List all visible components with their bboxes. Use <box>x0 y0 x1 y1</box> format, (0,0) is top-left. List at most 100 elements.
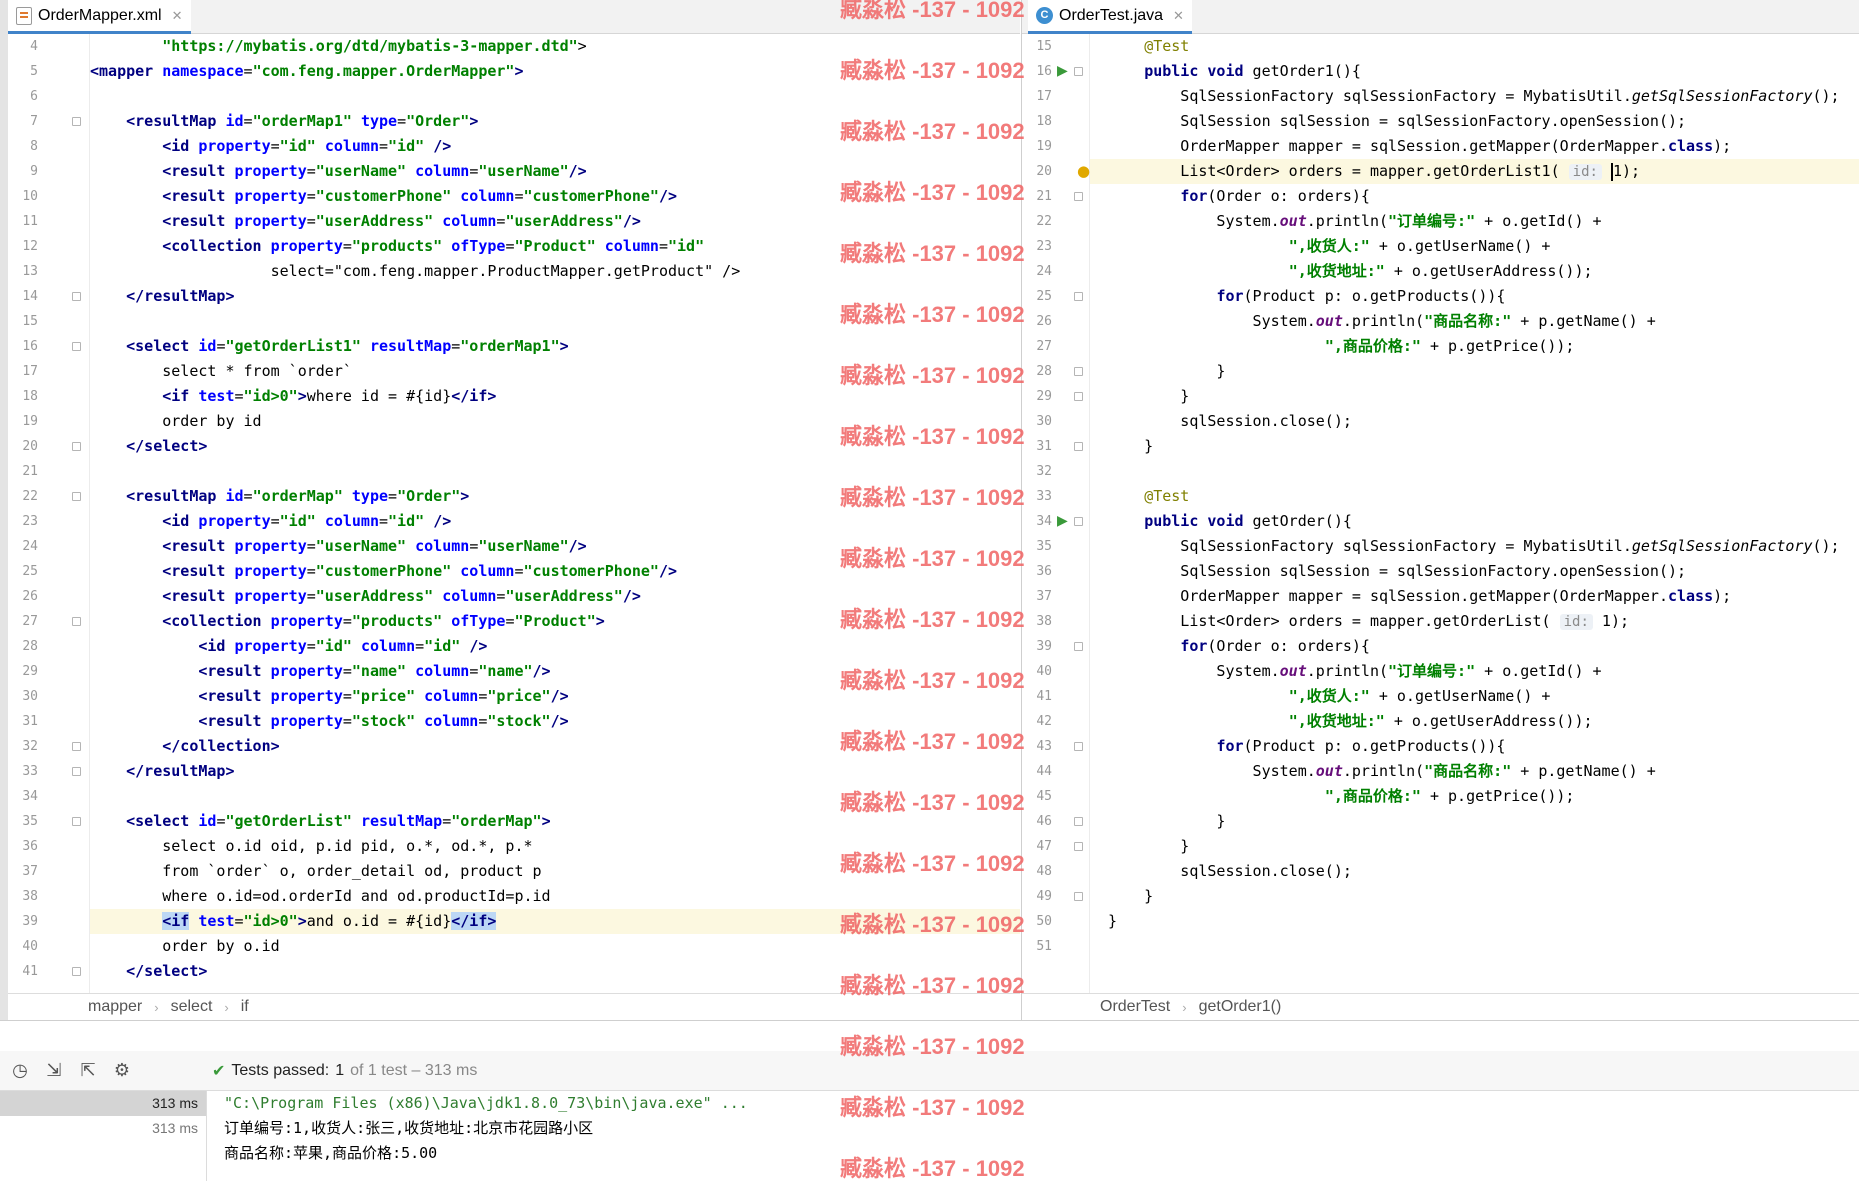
code-line[interactable]: <result property="name" column="name"/> <box>90 659 1020 684</box>
code-line[interactable]: <result property="customerPhone" column=… <box>90 184 1020 209</box>
code-line[interactable]: @Test <box>1090 34 1859 59</box>
code-line[interactable]: </select> <box>90 434 1020 459</box>
code-line[interactable]: ",收货人:" + o.getUserName() + <box>1090 684 1859 709</box>
code-line[interactable] <box>90 84 1020 109</box>
code-line[interactable]: </collection> <box>90 734 1020 759</box>
breadcrumb-item-method[interactable]: getOrder1() <box>1199 998 1282 1016</box>
breadcrumb-item-class[interactable]: OrderTest <box>1100 998 1170 1016</box>
code-line[interactable]: public void getOrder(){ <box>1090 509 1859 534</box>
code-line[interactable]: select="com.feng.mapper.ProductMapper.ge… <box>90 259 1020 284</box>
fold-marker-icon[interactable] <box>72 767 81 776</box>
code-line[interactable]: for(Order o: orders){ <box>1090 184 1859 209</box>
code-line[interactable]: <collection property="products" ofType="… <box>90 234 1020 259</box>
code-line[interactable]: ",收货人:" + o.getUserName() + <box>1090 234 1859 259</box>
run-test-icon[interactable]: ▶ <box>1057 59 1068 84</box>
fold-marker-icon[interactable] <box>1074 817 1083 826</box>
code-line[interactable]: </resultMap> <box>90 284 1020 309</box>
test-tree-row[interactable]: 313 ms <box>0 1116 206 1141</box>
breadcrumb-item-select[interactable]: select <box>171 998 213 1016</box>
fold-marker-icon[interactable] <box>72 817 81 826</box>
code-line[interactable]: ",商品价格:" + p.getPrice()); <box>1090 784 1859 809</box>
code-line[interactable]: <id property="id" column="id" /> <box>90 509 1020 534</box>
code-line[interactable]: for(Product p: o.getProducts()){ <box>1090 734 1859 759</box>
code-line[interactable]: "https://mybatis.org/dtd/mybatis-3-mappe… <box>90 34 1020 59</box>
code-line[interactable]: <id property="id" column="id" /> <box>90 134 1020 159</box>
code-line[interactable]: System.out.println("商品名称:" + p.getName()… <box>1090 759 1859 784</box>
fold-marker-icon[interactable] <box>72 492 81 501</box>
code-line[interactable]: select o.id oid, p.id pid, o.*, od.*, p.… <box>90 834 1020 859</box>
code-line[interactable]: } <box>1090 809 1859 834</box>
code-line[interactable]: <result property="stock" column="stock"/… <box>90 709 1020 734</box>
fold-marker-icon[interactable] <box>72 967 81 976</box>
code-line[interactable]: </select> <box>90 959 1020 984</box>
code-line[interactable]: <result property="userAddress" column="u… <box>90 584 1020 609</box>
breadcrumb-item-if[interactable]: if <box>241 998 249 1016</box>
code-line[interactable]: <select id="getOrderList" resultMap="ord… <box>90 809 1020 834</box>
code-line[interactable]: } <box>1090 359 1859 384</box>
code-line[interactable] <box>1090 459 1859 484</box>
code-line[interactable]: System.out.println("商品名称:" + p.getName()… <box>1090 309 1859 334</box>
code-line[interactable]: System.out.println("订单编号:" + o.getId() + <box>1090 659 1859 684</box>
code-line[interactable]: } <box>1090 834 1859 859</box>
code-line[interactable]: <result property="userName" column="user… <box>90 534 1020 559</box>
code-line[interactable]: List<Order> orders = mapper.getOrderList… <box>1090 159 1859 184</box>
code-line[interactable]: <result property="userAddress" column="u… <box>90 209 1020 234</box>
fold-marker-icon[interactable] <box>1074 892 1083 901</box>
code-line[interactable]: order by o.id <box>90 934 1020 959</box>
history-icon[interactable]: ◷ <box>6 1057 34 1085</box>
code-line[interactable]: for(Product p: o.getProducts()){ <box>1090 284 1859 309</box>
code-line[interactable]: SqlSession sqlSession = sqlSessionFactor… <box>1090 109 1859 134</box>
code-line[interactable]: <result property="price" column="price"/… <box>90 684 1020 709</box>
code-line[interactable] <box>90 459 1020 484</box>
fold-marker-icon[interactable] <box>1074 367 1083 376</box>
fold-marker-icon[interactable] <box>1074 292 1083 301</box>
tab-ordertest-java[interactable]: C OrderTest.java ✕ <box>1028 0 1192 34</box>
fold-marker-icon[interactable] <box>1074 442 1083 451</box>
code-line[interactable]: <result property="userName" column="user… <box>90 159 1020 184</box>
lightbulb-icon[interactable]: ● <box>1077 159 1090 184</box>
java-code-area[interactable]: @Test public void getOrder1(){ SqlSessio… <box>1090 34 1859 993</box>
test-tree-row-root[interactable]: 313 ms <box>0 1091 206 1116</box>
code-line[interactable]: List<Order> orders = mapper.getOrderList… <box>1090 609 1859 634</box>
close-icon[interactable]: ✕ <box>172 8 183 24</box>
code-line[interactable]: </resultMap> <box>90 759 1020 784</box>
code-line[interactable]: } <box>1090 909 1859 934</box>
code-line[interactable]: } <box>1090 384 1859 409</box>
code-line[interactable]: <result property="customerPhone" column=… <box>90 559 1020 584</box>
export-icon[interactable]: ⇱ <box>74 1057 102 1085</box>
fold-marker-icon[interactable] <box>72 742 81 751</box>
fold-marker-icon[interactable] <box>72 292 81 301</box>
code-line[interactable]: order by id <box>90 409 1020 434</box>
console-output[interactable]: "C:\Program Files (x86)\Java\jdk1.8.0_73… <box>224 1091 1844 1181</box>
code-line[interactable]: <mapper namespace="com.feng.mapper.Order… <box>90 59 1020 84</box>
import-icon[interactable]: ⇲ <box>40 1057 68 1085</box>
code-line[interactable]: select * from `order` <box>90 359 1020 384</box>
code-line[interactable]: <id property="id" column="id" /> <box>90 634 1020 659</box>
code-line[interactable]: SqlSessionFactory sqlSessionFactory = My… <box>1090 84 1859 109</box>
run-test-icon[interactable]: ▶ <box>1057 509 1068 534</box>
code-line[interactable]: SqlSession sqlSession = sqlSessionFactor… <box>1090 559 1859 584</box>
code-line[interactable]: SqlSessionFactory sqlSessionFactory = My… <box>1090 534 1859 559</box>
code-line[interactable]: public void getOrder1(){ <box>1090 59 1859 84</box>
fold-marker-icon[interactable] <box>72 442 81 451</box>
fold-marker-icon[interactable] <box>1074 192 1083 201</box>
code-line[interactable]: <select id="getOrderList1" resultMap="or… <box>90 334 1020 359</box>
code-line[interactable]: <if test="id>0">where id = #{id}</if> <box>90 384 1020 409</box>
code-line[interactable]: @Test <box>1090 484 1859 509</box>
code-line[interactable]: ",收货地址:" + o.getUserAddress()); <box>1090 709 1859 734</box>
fold-marker-icon[interactable] <box>1074 842 1083 851</box>
close-icon[interactable]: ✕ <box>1173 8 1184 24</box>
breadcrumb-item-mapper[interactable]: mapper <box>88 998 142 1016</box>
code-line[interactable]: where o.id=od.orderId and od.productId=p… <box>90 884 1020 909</box>
code-line[interactable]: ",收货地址:" + o.getUserAddress()); <box>1090 259 1859 284</box>
fold-marker-icon[interactable] <box>72 617 81 626</box>
fold-marker-icon[interactable] <box>1074 392 1083 401</box>
code-line[interactable]: sqlSession.close(); <box>1090 859 1859 884</box>
code-line[interactable]: ",商品价格:" + p.getPrice()); <box>1090 334 1859 359</box>
fold-marker-icon[interactable] <box>72 342 81 351</box>
code-line[interactable]: for(Order o: orders){ <box>1090 634 1859 659</box>
tab-ordermapper-xml[interactable]: OrderMapper.xml ✕ <box>8 0 191 34</box>
code-line[interactable]: System.out.println("订单编号:" + o.getId() + <box>1090 209 1859 234</box>
code-line[interactable] <box>1090 934 1859 959</box>
fold-marker-icon[interactable] <box>72 117 81 126</box>
